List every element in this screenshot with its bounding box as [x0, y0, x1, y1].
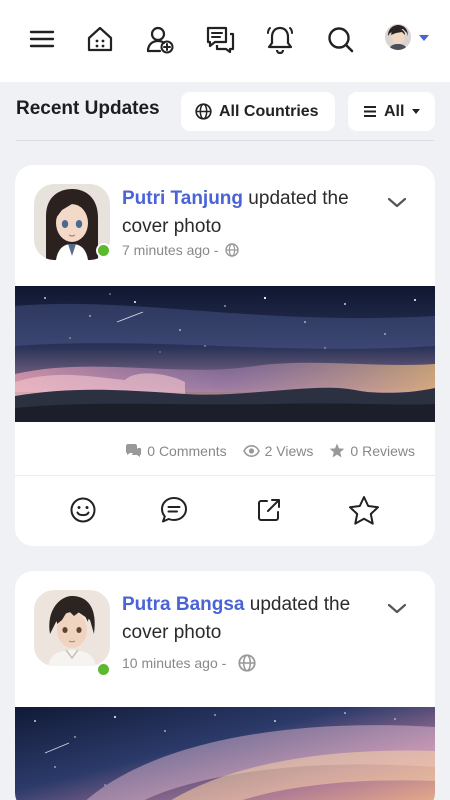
search-icon[interactable] — [323, 22, 357, 56]
add-friend-icon[interactable] — [143, 22, 177, 56]
country-filter-label: All Countries — [219, 102, 319, 120]
post-stats: 0 Comments 2 Views 0 Reviews — [15, 426, 435, 476]
post-author-name[interactable]: Putra Bangsa — [122, 594, 244, 615]
online-status-indicator — [96, 243, 111, 258]
post-actions — [15, 476, 435, 546]
globe-icon — [195, 103, 212, 120]
post-card: Putri Tanjung updated the cover photo 7 … — [15, 165, 435, 546]
comments-count[interactable]: 0 Comments — [125, 442, 227, 459]
post-timestamp[interactable]: 7 minutes ago - — [122, 242, 219, 258]
comments-icon — [126, 443, 142, 457]
type-filter[interactable]: All — [348, 92, 435, 131]
share-icon[interactable] — [253, 494, 285, 526]
divider — [16, 140, 434, 141]
notifications-icon[interactable] — [263, 22, 297, 56]
home-icon[interactable] — [83, 22, 117, 56]
comment-icon[interactable] — [158, 494, 190, 526]
list-icon — [364, 106, 376, 117]
cover-photo[interactable] — [15, 286, 435, 422]
comments-count-label: 0 Comments — [147, 442, 227, 459]
post-meta: 10 minutes ago - — [122, 654, 256, 672]
type-filter-label: All — [384, 102, 405, 120]
account-dropdown-caret[interactable] — [419, 35, 429, 41]
reviews-count-label: 0 Reviews — [350, 442, 415, 459]
post-options-chevron-icon[interactable] — [383, 191, 411, 213]
post-headline: Putri Tanjung updated the cover photo — [122, 185, 382, 241]
post-meta: 7 minutes ago - — [122, 242, 239, 258]
messages-icon[interactable] — [203, 22, 237, 56]
post-timestamp[interactable]: 10 minutes ago - — [122, 655, 226, 671]
star-icon — [330, 443, 345, 458]
public-globe-icon — [238, 654, 256, 672]
public-globe-icon — [224, 243, 239, 257]
menu-icon[interactable] — [25, 22, 59, 56]
cover-photo[interactable] — [15, 707, 435, 800]
user-avatar[interactable] — [385, 24, 411, 50]
section-title: Recent Updates — [16, 98, 160, 119]
top-navigation-bar — [0, 0, 450, 82]
post-card: Putra Bangsa updated the cover photo 10 … — [15, 571, 435, 800]
reviews-count[interactable]: 0 Reviews — [329, 443, 415, 459]
online-status-indicator — [96, 662, 111, 677]
react-emoji-icon[interactable] — [67, 494, 99, 526]
post-author-avatar[interactable] — [34, 590, 110, 666]
post-headline: Putra Bangsa updated the cover photo — [122, 591, 382, 647]
favorite-star-icon[interactable] — [348, 494, 380, 526]
post-author-name[interactable]: Putri Tanjung — [122, 188, 243, 209]
post-options-chevron-icon[interactable] — [383, 597, 411, 619]
chevron-down-icon — [412, 109, 421, 114]
country-filter[interactable]: All Countries — [181, 92, 335, 131]
views-count[interactable]: 2 Views — [242, 442, 314, 459]
views-count-label: 2 Views — [264, 442, 314, 459]
eye-icon — [242, 444, 260, 457]
